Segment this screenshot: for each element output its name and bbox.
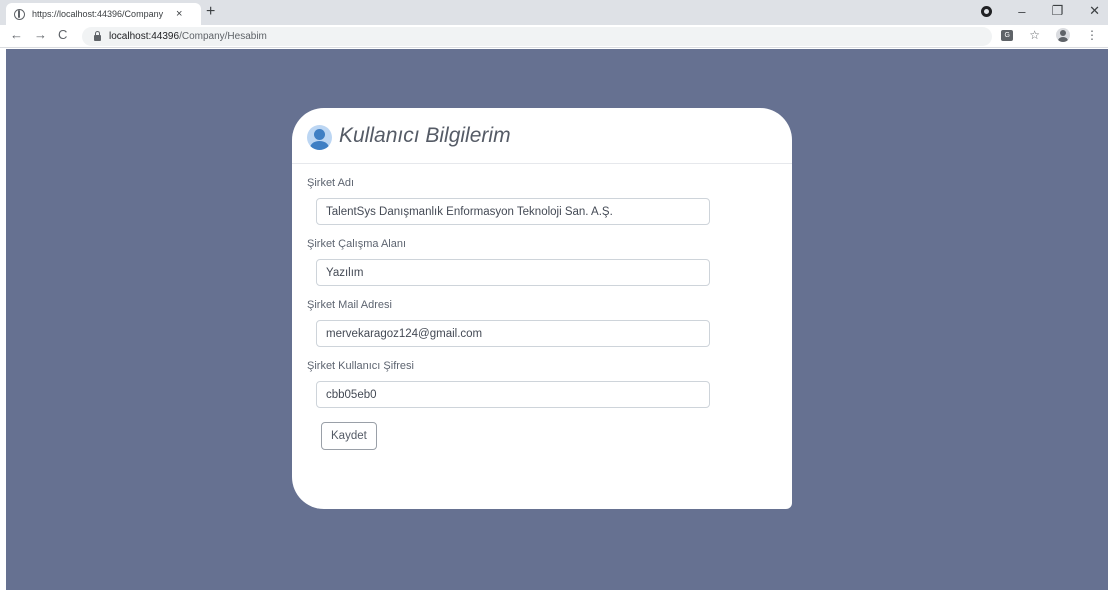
tab-title: https://localhost:44396/Company	[32, 9, 164, 19]
profile-icon[interactable]	[1056, 28, 1070, 42]
minimize-button[interactable]: –	[1018, 4, 1025, 19]
lock-icon[interactable]	[94, 31, 101, 41]
save-button[interactable]: Kaydet	[321, 422, 377, 450]
card-title: Kullanıcı Bilgilerim	[339, 123, 511, 147]
restore-button[interactable]: ❐	[1051, 3, 1063, 19]
company-name-input[interactable]	[316, 198, 710, 225]
forward-button[interactable]: →	[34, 27, 47, 42]
url-host: localhost:44396	[109, 31, 180, 42]
company-email-label: Şirket Mail Adresi	[307, 299, 392, 311]
back-button[interactable]: ←	[10, 27, 23, 42]
browser-tabstrip: https://localhost:44396/Company × + – ❐ …	[0, 0, 1108, 25]
user-circle-icon	[307, 124, 332, 150]
translate-icon[interactable]: G	[1001, 29, 1014, 41]
reload-button[interactable]: C	[58, 27, 67, 42]
menu-icon[interactable]: ⋮	[1086, 28, 1098, 42]
star-icon[interactable]: ☆	[1029, 28, 1040, 42]
company-password-input[interactable]	[316, 381, 710, 408]
company-password-label: Şirket Kullanıcı Şifresi	[307, 360, 414, 372]
company-field-input[interactable]	[316, 259, 710, 286]
tab-close-icon[interactable]: ×	[176, 8, 182, 20]
record-icon[interactable]	[981, 5, 993, 17]
card-header: Kullanıcı Bilgilerim	[292, 108, 792, 164]
url-text: localhost:44396/Company/Hesabim	[109, 31, 267, 42]
browser-tab[interactable]: https://localhost:44396/Company ×	[6, 3, 201, 25]
close-window-button[interactable]: ✕	[1089, 3, 1100, 19]
toolbar-actions: G ☆ ⋮	[1001, 28, 1098, 42]
page-viewport: Kullanıcı Bilgilerim Şirket Adı Şirket Ç…	[6, 49, 1108, 590]
new-tab-button[interactable]: +	[206, 3, 215, 21]
browser-toolbar: ← → C localhost:44396/Company/Hesabim G …	[0, 25, 1108, 48]
window-controls: – ❐ ✕	[981, 3, 1100, 19]
company-email-input[interactable]	[316, 320, 710, 347]
account-card: Kullanıcı Bilgilerim Şirket Adı Şirket Ç…	[292, 108, 792, 509]
url-path: /Company/Hesabim	[179, 31, 267, 42]
address-bar[interactable]: localhost:44396/Company/Hesabim	[82, 27, 992, 46]
globe-icon	[14, 8, 25, 20]
account-form: Şirket Adı Şirket Çalışma Alanı Şirket M…	[292, 164, 792, 450]
company-field-label: Şirket Çalışma Alanı	[307, 238, 407, 250]
company-name-label: Şirket Adı	[307, 177, 355, 189]
